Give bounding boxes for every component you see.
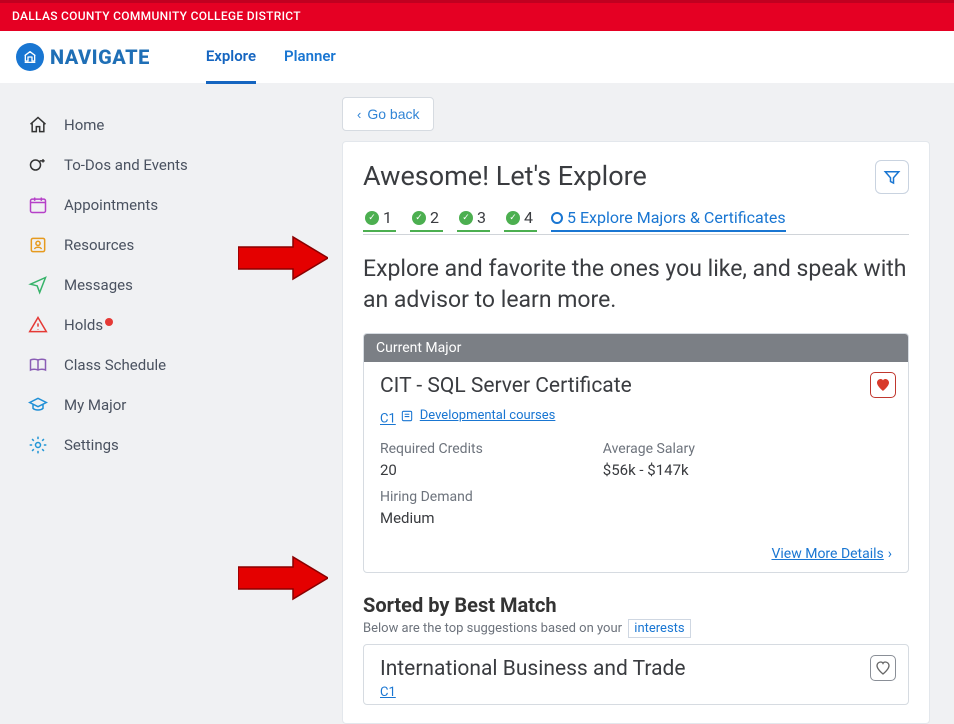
todo-icon [28,155,48,175]
page-title: Awesome! Let's Explore [363,160,647,192]
dev-courses-link[interactable]: Developmental courses [420,408,556,423]
sidebar-item-class-schedule[interactable]: Class Schedule [28,345,330,385]
explore-panel: Awesome! Let's Explore ✓1 ✓2 ✓3 ✓4 5 Exp… [342,141,930,724]
sidebar-item-label: Appointments [64,196,158,214]
progress-steps: ✓1 ✓2 ✓3 ✓4 5 Explore Majors & Certifica… [363,208,909,235]
main-content: ‹ Go back Awesome! Let's Explore ✓1 ✓2 ✓… [330,83,954,724]
navigate-logo-icon [16,43,44,71]
required-credits-value: 20 [380,461,483,479]
result-card[interactable]: International Business and Trade C1 [363,644,909,705]
sort-title: Sorted by Best Match [363,593,909,617]
sidebar: Home To-Dos and Events Appointments Reso… [0,83,330,724]
sidebar-item-label: My Major [64,396,126,414]
gear-icon [28,435,48,455]
step-4[interactable]: ✓4 [504,208,537,232]
sidebar-item-label: Home [64,116,104,134]
check-icon: ✓ [459,211,473,225]
tab-planner[interactable]: Planner [284,31,336,84]
go-back-button[interactable]: ‹ Go back [342,97,434,131]
check-icon: ✓ [412,211,426,225]
sidebar-item-home[interactable]: Home [28,105,330,145]
calendar-icon [28,195,48,215]
sidebar-item-label: Resources [64,236,134,254]
open-circle-icon [551,212,563,224]
funnel-icon [883,168,901,186]
step-5-current[interactable]: 5 Explore Majors & Certificates [551,208,786,232]
avg-salary-value: $56k - $147k [603,461,695,479]
dev-courses-row[interactable]: Developmental courses [400,408,556,423]
required-credits-label: Required Credits [380,441,483,457]
sort-subtitle: Below are the top suggestions based on y… [363,621,909,636]
sidebar-item-appointments[interactable]: Appointments [28,185,330,225]
major-title: CIT - SQL Server Certificate [380,374,892,398]
check-icon: ✓ [506,211,520,225]
go-back-label: Go back [367,106,419,122]
avg-salary-label: Average Salary [603,441,695,457]
tab-explore[interactable]: Explore [206,31,256,84]
step-2[interactable]: ✓2 [410,208,443,232]
current-major-header: Current Major [364,334,908,362]
hiring-demand-value: Medium [380,509,483,527]
current-major-card: Current Major CIT - SQL Server Certifica… [363,333,909,573]
major-code-link[interactable]: C1 [380,412,396,427]
book-icon [28,355,48,375]
holds-badge-dot [105,318,113,326]
check-icon: ✓ [365,211,379,225]
major-stats: Required Credits 20 Hiring Demand Medium… [380,441,892,527]
hiring-demand-label: Hiring Demand [380,489,483,505]
filter-button[interactable] [875,160,909,194]
resources-icon [28,235,48,255]
warning-icon [28,315,48,335]
sidebar-item-label: Holds [64,316,113,334]
step-3[interactable]: ✓3 [457,208,490,232]
sidebar-item-messages[interactable]: Messages [28,265,330,305]
gradcap-icon [28,395,48,415]
org-name: DALLAS COUNTY COMMUNITY COLLEGE DISTRICT [12,9,301,23]
messages-icon [28,275,48,295]
step-1[interactable]: ✓1 [363,208,396,232]
sort-section: Sorted by Best Match Below are the top s… [363,593,909,705]
heart-filled-icon [875,377,891,393]
sidebar-item-label: To-Dos and Events [64,156,188,174]
result-code-link[interactable]: C1 [380,685,396,700]
sidebar-item-resources[interactable]: Resources [28,225,330,265]
sidebar-item-label: Class Schedule [64,356,166,374]
sidebar-item-label: Messages [64,276,133,294]
sidebar-item-todos[interactable]: To-Dos and Events [28,145,330,185]
header-bar: NAVIGATE Explore Planner [0,31,954,83]
view-more-details-link[interactable]: View More Details [771,546,883,562]
interests-tag[interactable]: interests [628,619,690,638]
home-icon [28,115,48,135]
header-tabs: Explore Planner [206,31,336,84]
brand-name: NAVIGATE [50,45,150,69]
list-icon [400,409,414,423]
favorite-button[interactable] [870,372,896,398]
chevron-right-icon: › [888,546,892,562]
sidebar-item-label: Settings [64,436,119,454]
chevron-left-icon: ‹ [357,107,361,122]
sidebar-item-my-major[interactable]: My Major [28,385,330,425]
sidebar-item-holds[interactable]: Holds [28,305,330,345]
sidebar-item-settings[interactable]: Settings [28,425,330,465]
brand-logo[interactable]: NAVIGATE [16,43,150,71]
result-title: International Business and Trade [380,657,892,681]
page-subtitle: Explore and favorite the ones you like, … [363,253,909,315]
org-banner: DALLAS COUNTY COMMUNITY COLLEGE DISTRICT [0,0,954,31]
